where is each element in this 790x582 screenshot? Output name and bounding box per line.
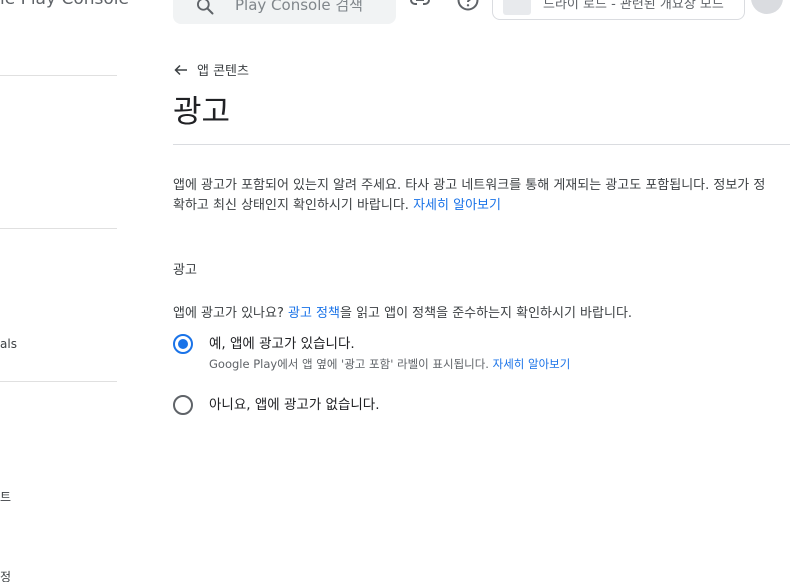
app-logo-text: le Play Console xyxy=(0,0,129,9)
app-icon xyxy=(503,0,531,15)
ad-label-learn-more-link[interactable]: 자세히 알아보기 xyxy=(493,357,571,371)
question-suffix: 을 읽고 앱이 정책을 준수하는지 확인하시기 바랍니다. xyxy=(339,306,633,321)
learn-more-link[interactable]: 자세히 알아보기 xyxy=(413,198,501,213)
title-divider xyxy=(173,144,790,145)
page-description: 앱에 광고가 포함되어 있는지 알려 주세요. 타사 광고 네트워크를 통해 게… xyxy=(173,176,773,216)
search-icon xyxy=(197,0,214,15)
link-icon[interactable] xyxy=(408,0,432,12)
sidebar-divider xyxy=(0,75,117,76)
page-title: 광고 xyxy=(173,94,231,130)
radio-button-unchecked[interactable] xyxy=(173,395,193,415)
radio-no-label: 아니요, 앱에 광고가 없습니다. xyxy=(209,397,380,413)
sidebar-item-fragment[interactable]: 정 xyxy=(0,568,11,582)
search-placeholder: Play Console 검색 xyxy=(235,0,363,14)
arrow-back-icon xyxy=(174,64,187,75)
avatar[interactable] xyxy=(751,0,783,14)
account-selector[interactable]: 드라이 로드 - 관련된 개요장 모드 xyxy=(492,0,745,20)
account-name: 드라이 로드 - 관련된 개요장 모드 xyxy=(543,0,724,12)
sidebar-divider xyxy=(0,381,117,382)
radio-yes-label: 예, 앱에 광고가 있습니다. xyxy=(209,336,355,352)
back-link[interactable]: 앱 콘텐츠 xyxy=(173,60,249,79)
sidebar-divider xyxy=(0,228,117,229)
radio-option-no[interactable]: 아니요, 앱에 광고가 없습니다. xyxy=(173,395,380,415)
radio-yes-sub-text: Google Play에서 앱 옆에 '광고 포함' 라벨이 표시됩니다. xyxy=(209,357,489,371)
radio-button-checked[interactable] xyxy=(173,334,193,354)
sidebar-item-fragment[interactable]: als xyxy=(0,337,17,351)
question-prefix: 앱에 광고가 있나요? xyxy=(173,306,284,321)
search-bar[interactable]: Play Console 검색 xyxy=(173,0,396,24)
section-label: 광고 xyxy=(173,263,197,278)
sidebar-item-fragment[interactable]: 트 xyxy=(0,488,11,505)
help-icon[interactable] xyxy=(456,0,480,12)
ads-policy-link[interactable]: 광고 정책 xyxy=(288,306,340,321)
back-link-label: 앱 콘텐츠 xyxy=(197,64,249,79)
radio-option-yes[interactable]: 예, 앱에 광고가 있습니다. Google Play에서 앱 옆에 '광고 포… xyxy=(173,334,570,372)
radio-yes-subtext: Google Play에서 앱 옆에 '광고 포함' 라벨이 표시됩니다. 자세… xyxy=(209,356,570,372)
ads-question: 앱에 광고가 있나요? 광고 정책을 읽고 앱이 정책을 준수하는지 확인하시기… xyxy=(173,302,632,321)
